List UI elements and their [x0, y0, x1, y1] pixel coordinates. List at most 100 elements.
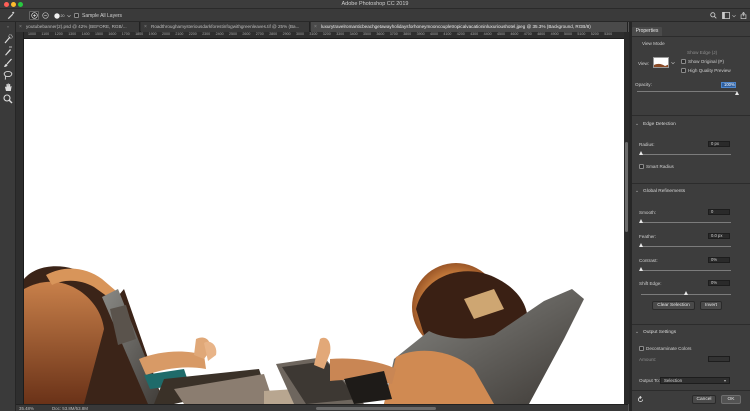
- ruler-tick-label: 1200: [54, 32, 63, 36]
- ruler-tick-label: 3100: [309, 32, 318, 36]
- output-to-select[interactable]: Selection: [660, 377, 730, 384]
- tab-luxury-travel[interactable]: × luxurytravelromanticbeachgetawayholida…: [311, 22, 628, 32]
- zoom-level[interactable]: 35.48%: [19, 406, 34, 411]
- sample-all-layers-toggle[interactable]: Sample All Layers: [74, 11, 144, 20]
- lasso-tool-icon[interactable]: [3, 70, 13, 80]
- workspace-icon[interactable]: [721, 11, 731, 20]
- share-icon[interactable]: [738, 11, 748, 20]
- close-tab-icon[interactable]: ×: [314, 22, 317, 32]
- close-tab-icon[interactable]: ×: [144, 22, 147, 32]
- smooth-slider-track[interactable]: [641, 222, 731, 223]
- horizontal-scroll-thumb[interactable]: [316, 407, 436, 410]
- edge-detection-header[interactable]: ⌄ Edge Detection: [635, 122, 676, 127]
- radius-label: Radius:: [639, 142, 655, 147]
- sample-all-layers-label: Sample All Layers: [82, 12, 123, 19]
- feather-field[interactable]: 0.0 px: [708, 233, 730, 239]
- shift-edge-field[interactable]: 0%: [708, 280, 730, 286]
- opacity-field[interactable]: 100%: [721, 82, 736, 88]
- add-to-selection-icon[interactable]: [29, 11, 39, 20]
- smart-radius-label: Smart Radius: [646, 164, 674, 169]
- sample-all-layers-checkbox[interactable]: [74, 13, 79, 18]
- ruler-tick-label: 2500: [229, 32, 237, 36]
- view-mode-heading: View Mode: [642, 41, 665, 46]
- workspace-chevron-icon[interactable]: [731, 11, 736, 20]
- feather-slider-track[interactable]: [641, 246, 731, 247]
- feather-slider-thumb[interactable]: [638, 243, 643, 247]
- options-bar: 20 Sample All Layers: [0, 9, 750, 22]
- ruler-tick-label: 2200: [188, 32, 197, 36]
- smooth-field[interactable]: 0: [708, 209, 730, 215]
- zoom-tool-icon[interactable]: [3, 94, 13, 104]
- chevron-down-icon[interactable]: [66, 11, 72, 20]
- global-refinements-header[interactable]: ⌄ Global Refinements: [635, 189, 685, 194]
- ruler-tick-label: 1800: [135, 32, 144, 36]
- clear-selection-button[interactable]: Clear Selection: [652, 301, 695, 310]
- reset-icon[interactable]: [637, 395, 644, 405]
- decontaminate-colors-checkbox[interactable]: [639, 346, 644, 351]
- ruler-tick-label: 1000: [28, 32, 36, 36]
- ruler-tick-label: 1600: [108, 32, 117, 36]
- smart-radius-checkbox[interactable]: [639, 164, 644, 169]
- brush-tool-icon[interactable]: [3, 58, 13, 68]
- contrast-slider-thumb[interactable]: [638, 267, 643, 271]
- tab-label: Roadthroughamysteriousdarkforestinfogwit…: [151, 24, 300, 29]
- global-refinements-label: Global Refinements: [643, 189, 686, 194]
- refine-edge-brush-tool-icon[interactable]: [3, 46, 13, 56]
- smooth-slider-thumb[interactable]: [638, 219, 643, 223]
- cancel-button[interactable]: Cancel: [692, 395, 716, 404]
- ruler-tick-label: 2100: [175, 32, 184, 36]
- section-divider: [632, 183, 750, 184]
- subtract-from-selection-icon[interactable]: [40, 11, 50, 20]
- show-original-checkbox[interactable]: [681, 59, 686, 64]
- chevron-down-icon[interactable]: [671, 61, 675, 67]
- quick-selection-tool-icon[interactable]: [3, 34, 13, 44]
- contrast-slider-track[interactable]: [641, 270, 731, 271]
- tab-youtubebanner[interactable]: × youtubebanner(2).psd @ 42% (BEFORE, RG…: [16, 22, 140, 32]
- radius-field[interactable]: 0 px: [708, 141, 730, 147]
- view-mode-thumbnail[interactable]: [653, 57, 669, 68]
- panel-grip-icon[interactable]: »: [3, 24, 13, 30]
- section-divider: [632, 324, 750, 325]
- ruler-tick-label: 4700: [523, 32, 532, 36]
- tab-label: youtubebanner(2).psd @ 42% (BEFORE, RGB/…: [26, 24, 127, 29]
- ok-button[interactable]: OK: [721, 395, 741, 404]
- opacity-slider-thumb[interactable]: [734, 91, 739, 95]
- ruler-tick-label: 3400: [349, 32, 358, 36]
- document-tabs: × youtubebanner(2).psd @ 42% (BEFORE, RG…: [16, 22, 628, 32]
- shift-edge-slider-thumb[interactable]: [683, 291, 688, 295]
- ruler-tick-label: 1100: [41, 32, 50, 36]
- brush-size-picker[interactable]: 20: [52, 11, 66, 20]
- ruler-tick-label: 3800: [403, 32, 412, 36]
- opacity-label: Opacity:: [635, 82, 652, 87]
- doc-size: Doc: 53.8M/53.8M: [52, 406, 88, 411]
- radius-slider-track[interactable]: [641, 154, 731, 155]
- tab-label: luxurytravelromanticbeachgetawayholidays…: [321, 24, 591, 29]
- ruler-tick-label: 4400: [483, 32, 492, 36]
- output-settings-label: Output Settings: [643, 330, 677, 335]
- tab-road-forest[interactable]: × Roadthroughamysteriousdarkforestinfogw…: [141, 22, 310, 32]
- ruler-tick-label: 4000: [430, 32, 438, 36]
- document-canvas[interactable]: [24, 39, 624, 404]
- vertical-scroll-thumb[interactable]: [625, 142, 628, 232]
- tools-panel: »: [0, 22, 16, 411]
- opacity-slider-track[interactable]: [637, 91, 737, 92]
- hand-tool-icon[interactable]: [3, 82, 13, 92]
- ruler-tick-label: 3500: [363, 32, 371, 36]
- brush-size-value: 20: [60, 13, 65, 18]
- tab-properties[interactable]: Properties: [632, 27, 662, 36]
- invert-button[interactable]: Invert: [700, 301, 722, 310]
- ruler-tick-label: 3200: [322, 32, 331, 36]
- contrast-field[interactable]: 0%: [708, 257, 730, 263]
- search-icon[interactable]: [708, 11, 718, 20]
- radius-slider-thumb[interactable]: [638, 151, 643, 155]
- show-edge-label: Show Edge (J): [687, 50, 718, 55]
- high-quality-preview-label: High Quality Preview: [688, 68, 731, 73]
- ruler-tick-label: 4200: [456, 32, 465, 36]
- close-tab-icon[interactable]: ×: [19, 22, 22, 32]
- high-quality-preview-checkbox[interactable]: [681, 68, 686, 73]
- ruler-tick-label: 1700: [121, 32, 130, 36]
- panel-tab-divider: [632, 36, 750, 37]
- refine-brush-tool-icon[interactable]: [4, 11, 16, 20]
- ruler-tick-label: 4800: [537, 32, 546, 36]
- output-settings-header[interactable]: ⌄ Output Settings: [635, 330, 676, 335]
